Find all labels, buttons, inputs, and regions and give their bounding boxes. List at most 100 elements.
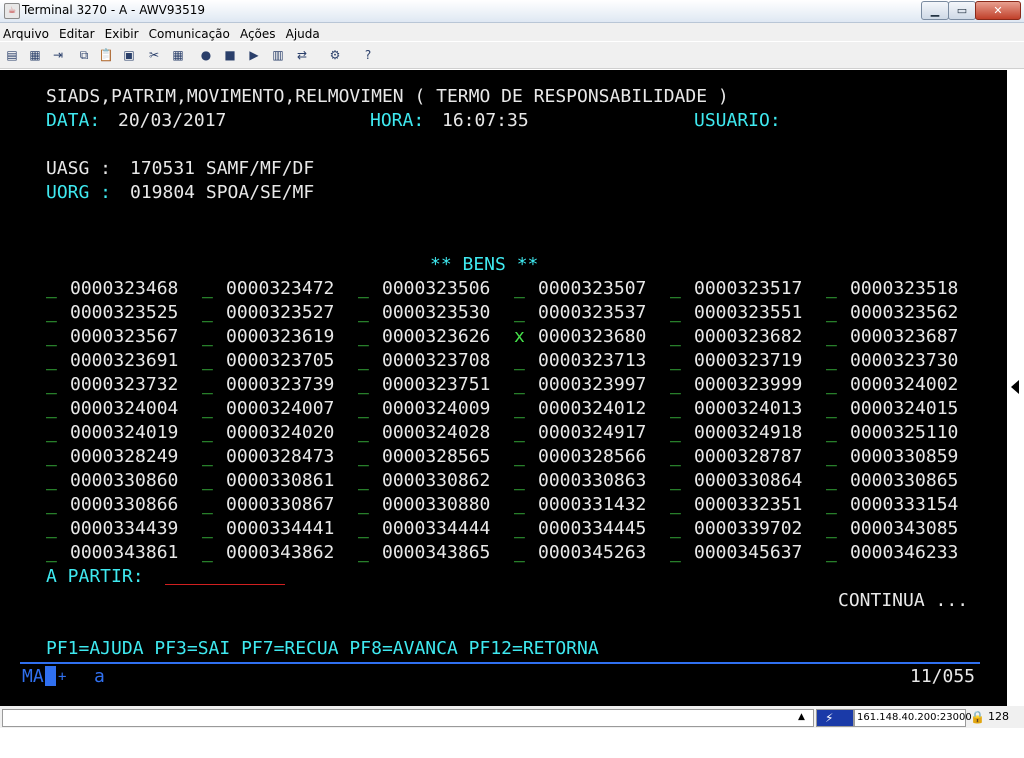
bens-select-field[interactable]: _	[358, 445, 369, 469]
bens-select-field[interactable]: _	[670, 373, 681, 397]
bens-select-field[interactable]: _	[826, 469, 837, 493]
help-icon[interactable]: ?	[360, 47, 376, 63]
bens-select-field[interactable]: _	[46, 373, 57, 397]
bens-select-field[interactable]: x	[514, 325, 525, 349]
bens-select-field[interactable]: _	[46, 325, 57, 349]
bens-select-field[interactable]: _	[202, 469, 213, 493]
bens-select-field[interactable]: _	[358, 277, 369, 301]
bens-select-field[interactable]: _	[826, 373, 837, 397]
bens-select-field[interactable]: _	[46, 445, 57, 469]
bens-select-field[interactable]: _	[358, 469, 369, 493]
bens-select-field[interactable]: _	[358, 493, 369, 517]
select-all-icon[interactable]: ▦	[170, 47, 186, 63]
bens-select-field[interactable]: _	[514, 349, 525, 373]
bens-select-field[interactable]: _	[46, 349, 57, 373]
bens-select-field[interactable]: _	[202, 301, 213, 325]
bens-select-field[interactable]: _	[202, 277, 213, 301]
menu-arquivo[interactable]: Arquivo	[0, 25, 51, 43]
bens-select-field[interactable]: _	[826, 421, 837, 445]
bens-select-field[interactable]: _	[670, 469, 681, 493]
bens-select-field[interactable]: _	[358, 349, 369, 373]
bens-select-field[interactable]: _	[826, 517, 837, 541]
bens-select-field[interactable]: _	[514, 397, 525, 421]
bens-select-field[interactable]: _	[670, 517, 681, 541]
minimize-button[interactable]: ▁	[921, 1, 949, 20]
bens-select-field[interactable]: _	[514, 493, 525, 517]
file-transfer-icon[interactable]: ⇄	[294, 47, 310, 63]
cut-icon[interactable]: ✂	[146, 47, 162, 63]
macro-record-icon[interactable]: ●	[198, 47, 214, 63]
bens-select-field[interactable]: _	[202, 349, 213, 373]
close-button[interactable]: ✕	[975, 1, 1021, 20]
bens-select-field[interactable]: _	[826, 493, 837, 517]
bens-select-field[interactable]: _	[202, 493, 213, 517]
status-up-arrow-icon[interactable]: ▲	[798, 709, 805, 725]
bens-select-field[interactable]: _	[46, 397, 57, 421]
bens-select-field[interactable]: _	[670, 277, 681, 301]
copy-icon[interactable]: ⧉	[76, 47, 92, 63]
bens-select-field[interactable]: _	[826, 541, 837, 565]
bens-select-field[interactable]: _	[514, 373, 525, 397]
bens-select-field[interactable]: _	[202, 325, 213, 349]
bens-select-field[interactable]: _	[202, 541, 213, 565]
side-panel-arrow-icon[interactable]	[1011, 380, 1019, 394]
menu-exibir[interactable]: Exibir	[102, 25, 141, 43]
bens-select-field[interactable]: _	[46, 469, 57, 493]
bens-select-field[interactable]: _	[358, 325, 369, 349]
menu-ajuda[interactable]: Ajuda	[283, 25, 322, 43]
print-icon[interactable]: ▤	[4, 47, 20, 63]
bens-select-field[interactable]: _	[358, 397, 369, 421]
bens-select-field[interactable]: _	[514, 277, 525, 301]
menu-acoes[interactable]: Ações	[237, 25, 278, 43]
bens-select-field[interactable]: _	[670, 541, 681, 565]
bens-select-field[interactable]: _	[202, 445, 213, 469]
bens-select-field[interactable]: _	[670, 493, 681, 517]
macro-stop-icon[interactable]: ■	[222, 47, 238, 63]
menu-comunicacao[interactable]: Comunicação	[146, 25, 232, 43]
bens-select-field[interactable]: _	[670, 397, 681, 421]
bens-select-field[interactable]: _	[358, 421, 369, 445]
menu-editar[interactable]: Editar	[56, 25, 97, 43]
bens-select-field[interactable]: _	[358, 301, 369, 325]
bens-select-field[interactable]: _	[514, 421, 525, 445]
bens-select-field[interactable]: _	[826, 277, 837, 301]
macro-play-icon[interactable]: ▶	[246, 47, 262, 63]
a-partir-input[interactable]	[165, 584, 285, 585]
bens-select-field[interactable]: _	[202, 373, 213, 397]
bens-select-field[interactable]: _	[46, 541, 57, 565]
bens-select-field[interactable]: _	[826, 325, 837, 349]
bens-select-field[interactable]: _	[826, 301, 837, 325]
bens-select-field[interactable]: _	[514, 301, 525, 325]
bens-select-field[interactable]: _	[358, 541, 369, 565]
paste-next-icon[interactable]: ▣	[121, 47, 137, 63]
bens-select-field[interactable]: _	[514, 541, 525, 565]
send-icon[interactable]: ⇥	[50, 47, 66, 63]
bens-select-field[interactable]: _	[46, 277, 57, 301]
terminal-screen[interactable]: SIADS,PATRIM,MOVIMENTO,RELMOVIMEN ( TERM…	[0, 70, 1007, 706]
bens-select-field[interactable]: _	[46, 517, 57, 541]
print-setup-icon[interactable]: ▦	[27, 47, 43, 63]
bens-select-field[interactable]: _	[826, 349, 837, 373]
bens-select-field[interactable]: _	[514, 445, 525, 469]
bens-select-field[interactable]: _	[670, 325, 681, 349]
window-title-bar[interactable]: ☕ Terminal 3270 - A - AWV93519 ▁ ▭ ✕	[0, 0, 1024, 23]
bens-select-field[interactable]: _	[670, 421, 681, 445]
bens-select-field[interactable]: _	[670, 301, 681, 325]
bens-select-field[interactable]: _	[202, 397, 213, 421]
bens-select-field[interactable]: _	[202, 517, 213, 541]
bens-select-field[interactable]: _	[826, 397, 837, 421]
bens-select-field[interactable]: _	[358, 373, 369, 397]
bens-select-field[interactable]: _	[46, 421, 57, 445]
bens-select-field[interactable]: _	[46, 301, 57, 325]
bens-select-field[interactable]: _	[46, 493, 57, 517]
bens-select-field[interactable]: _	[670, 349, 681, 373]
settings-icon[interactable]: ⚙	[327, 47, 343, 63]
paste-icon[interactable]: 📋	[98, 47, 114, 63]
bens-select-field[interactable]: _	[358, 517, 369, 541]
bens-select-field[interactable]: _	[826, 445, 837, 469]
maximize-button[interactable]: ▭	[948, 1, 976, 20]
keypad-icon[interactable]: ▥	[270, 47, 286, 63]
bens-select-field[interactable]: _	[202, 421, 213, 445]
bens-select-field[interactable]: _	[514, 517, 525, 541]
bens-select-field[interactable]: _	[514, 469, 525, 493]
